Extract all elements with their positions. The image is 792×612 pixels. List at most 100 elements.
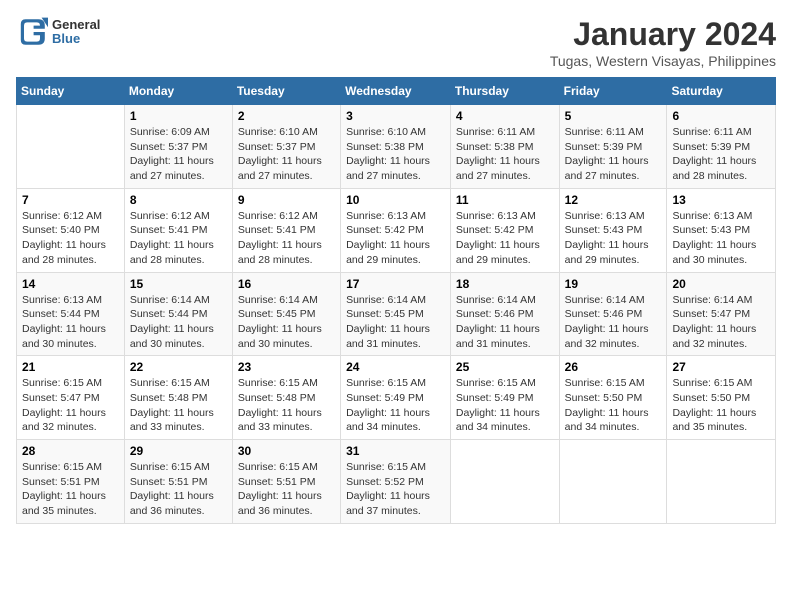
main-title: January 2024: [550, 16, 776, 53]
day-info: Sunrise: 6:12 AMSunset: 5:41 PMDaylight:…: [238, 209, 335, 268]
day-info: Sunrise: 6:09 AMSunset: 5:37 PMDaylight:…: [130, 125, 227, 184]
day-number: 7: [22, 193, 119, 207]
day-number: 2: [238, 109, 335, 123]
day-number: 23: [238, 360, 335, 374]
calendar-table: SundayMondayTuesdayWednesdayThursdayFrid…: [16, 77, 776, 524]
day-info: Sunrise: 6:14 AMSunset: 5:45 PMDaylight:…: [238, 293, 335, 352]
day-number: 19: [565, 277, 662, 291]
day-info: Sunrise: 6:13 AMSunset: 5:43 PMDaylight:…: [672, 209, 770, 268]
day-number: 16: [238, 277, 335, 291]
weekday-header: Tuesday: [232, 78, 340, 105]
subtitle: Tugas, Western Visayas, Philippines: [550, 53, 776, 69]
day-info: Sunrise: 6:13 AMSunset: 5:42 PMDaylight:…: [346, 209, 445, 268]
calendar-day-cell: 10 Sunrise: 6:13 AMSunset: 5:42 PMDayligh…: [341, 188, 451, 272]
day-number: 30: [238, 444, 335, 458]
day-number: 29: [130, 444, 227, 458]
day-info: Sunrise: 6:11 AMSunset: 5:39 PMDaylight:…: [672, 125, 770, 184]
day-info: Sunrise: 6:15 AMSunset: 5:51 PMDaylight:…: [130, 460, 227, 519]
logo-general: General: [52, 18, 100, 32]
weekday-header: Sunday: [17, 78, 125, 105]
weekday-header: Saturday: [667, 78, 776, 105]
day-info: Sunrise: 6:15 AMSunset: 5:52 PMDaylight:…: [346, 460, 445, 519]
weekday-header: Monday: [124, 78, 232, 105]
calendar-body: 1 Sunrise: 6:09 AMSunset: 5:37 PMDaylight…: [17, 105, 776, 524]
calendar-header: SundayMondayTuesdayWednesdayThursdayFrid…: [17, 78, 776, 105]
day-info: Sunrise: 6:15 AMSunset: 5:50 PMDaylight:…: [565, 376, 662, 435]
day-info: Sunrise: 6:13 AMSunset: 5:42 PMDaylight:…: [456, 209, 554, 268]
day-number: 5: [565, 109, 662, 123]
day-number: 20: [672, 277, 770, 291]
calendar-day-cell: 1 Sunrise: 6:09 AMSunset: 5:37 PMDaylight…: [124, 105, 232, 189]
calendar-day-cell: 2 Sunrise: 6:10 AMSunset: 5:37 PMDaylight…: [232, 105, 340, 189]
day-info: Sunrise: 6:13 AMSunset: 5:43 PMDaylight:…: [565, 209, 662, 268]
day-info: Sunrise: 6:15 AMSunset: 5:48 PMDaylight:…: [130, 376, 227, 435]
day-info: Sunrise: 6:14 AMSunset: 5:46 PMDaylight:…: [565, 293, 662, 352]
calendar-day-cell: 29 Sunrise: 6:15 AMSunset: 5:51 PMDayligh…: [124, 440, 232, 524]
day-number: 27: [672, 360, 770, 374]
logo: General Blue: [16, 16, 100, 48]
calendar-day-cell: 30 Sunrise: 6:15 AMSunset: 5:51 PMDayligh…: [232, 440, 340, 524]
day-info: Sunrise: 6:15 AMSunset: 5:47 PMDaylight:…: [22, 376, 119, 435]
day-number: 31: [346, 444, 445, 458]
day-info: Sunrise: 6:14 AMSunset: 5:47 PMDaylight:…: [672, 293, 770, 352]
day-info: Sunrise: 6:10 AMSunset: 5:37 PMDaylight:…: [238, 125, 335, 184]
calendar-day-cell: [667, 440, 776, 524]
calendar-day-cell: 24 Sunrise: 6:15 AMSunset: 5:49 PMDayligh…: [341, 356, 451, 440]
calendar-day-cell: 13 Sunrise: 6:13 AMSunset: 5:43 PMDayligh…: [667, 188, 776, 272]
calendar-day-cell: 25 Sunrise: 6:15 AMSunset: 5:49 PMDayligh…: [450, 356, 559, 440]
calendar-day-cell: 15 Sunrise: 6:14 AMSunset: 5:44 PMDayligh…: [124, 272, 232, 356]
day-info: Sunrise: 6:14 AMSunset: 5:46 PMDaylight:…: [456, 293, 554, 352]
day-info: Sunrise: 6:14 AMSunset: 5:44 PMDaylight:…: [130, 293, 227, 352]
calendar-day-cell: 26Sunrise: 6:15 AMSunset: 5:50 PMDayligh…: [559, 356, 667, 440]
calendar-day-cell: 22 Sunrise: 6:15 AMSunset: 5:48 PMDayligh…: [124, 356, 232, 440]
calendar-day-cell: 7 Sunrise: 6:12 AMSunset: 5:40 PMDaylight…: [17, 188, 125, 272]
day-number: 12: [565, 193, 662, 207]
calendar-day-cell: 27Sunrise: 6:15 AMSunset: 5:50 PMDayligh…: [667, 356, 776, 440]
day-number: 22: [130, 360, 227, 374]
day-number: 24: [346, 360, 445, 374]
page-header: General Blue January 2024 Tugas, Western…: [16, 16, 776, 69]
day-number: 14: [22, 277, 119, 291]
calendar-day-cell: 31 Sunrise: 6:15 AMSunset: 5:52 PMDayligh…: [341, 440, 451, 524]
day-number: 1: [130, 109, 227, 123]
calendar-week-row: 21 Sunrise: 6:15 AMSunset: 5:47 PMDayligh…: [17, 356, 776, 440]
day-number: 15: [130, 277, 227, 291]
calendar-day-cell: 8 Sunrise: 6:12 AMSunset: 5:41 PMDaylight…: [124, 188, 232, 272]
day-info: Sunrise: 6:10 AMSunset: 5:38 PMDaylight:…: [346, 125, 445, 184]
calendar-day-cell: 17 Sunrise: 6:14 AMSunset: 5:45 PMDayligh…: [341, 272, 451, 356]
weekday-row: SundayMondayTuesdayWednesdayThursdayFrid…: [17, 78, 776, 105]
day-info: Sunrise: 6:12 AMSunset: 5:40 PMDaylight:…: [22, 209, 119, 268]
day-number: 13: [672, 193, 770, 207]
day-info: Sunrise: 6:15 AMSunset: 5:49 PMDaylight:…: [346, 376, 445, 435]
calendar-day-cell: 19 Sunrise: 6:14 AMSunset: 5:46 PMDayligh…: [559, 272, 667, 356]
day-number: 21: [22, 360, 119, 374]
calendar-week-row: 28Sunrise: 6:15 AMSunset: 5:51 PMDayligh…: [17, 440, 776, 524]
calendar-day-cell: 23Sunrise: 6:15 AMSunset: 5:48 PMDayligh…: [232, 356, 340, 440]
day-number: 10: [346, 193, 445, 207]
day-info: Sunrise: 6:15 AMSunset: 5:49 PMDaylight:…: [456, 376, 554, 435]
calendar-day-cell: 9Sunrise: 6:12 AMSunset: 5:41 PMDaylight…: [232, 188, 340, 272]
calendar-day-cell: [559, 440, 667, 524]
calendar-week-row: 7 Sunrise: 6:12 AMSunset: 5:40 PMDaylight…: [17, 188, 776, 272]
day-number: 25: [456, 360, 554, 374]
day-number: 11: [456, 193, 554, 207]
day-info: Sunrise: 6:15 AMSunset: 5:51 PMDaylight:…: [238, 460, 335, 519]
day-info: Sunrise: 6:12 AMSunset: 5:41 PMDaylight:…: [130, 209, 227, 268]
logo-text: General Blue: [52, 18, 100, 47]
day-info: Sunrise: 6:11 AMSunset: 5:38 PMDaylight:…: [456, 125, 554, 184]
calendar-week-row: 1 Sunrise: 6:09 AMSunset: 5:37 PMDaylight…: [17, 105, 776, 189]
weekday-header: Friday: [559, 78, 667, 105]
day-number: 18: [456, 277, 554, 291]
calendar-week-row: 14Sunrise: 6:13 AMSunset: 5:44 PMDayligh…: [17, 272, 776, 356]
calendar-day-cell: 14Sunrise: 6:13 AMSunset: 5:44 PMDayligh…: [17, 272, 125, 356]
calendar-day-cell: 20 Sunrise: 6:14 AMSunset: 5:47 PMDayligh…: [667, 272, 776, 356]
calendar-day-cell: 21 Sunrise: 6:15 AMSunset: 5:47 PMDayligh…: [17, 356, 125, 440]
day-info: Sunrise: 6:15 AMSunset: 5:51 PMDaylight:…: [22, 460, 119, 519]
calendar-day-cell: 5Sunrise: 6:11 AMSunset: 5:39 PMDaylight…: [559, 105, 667, 189]
title-block: January 2024 Tugas, Western Visayas, Phi…: [550, 16, 776, 69]
day-info: Sunrise: 6:14 AMSunset: 5:45 PMDaylight:…: [346, 293, 445, 352]
day-number: 8: [130, 193, 227, 207]
day-number: 17: [346, 277, 445, 291]
calendar-day-cell: 4Sunrise: 6:11 AMSunset: 5:38 PMDaylight…: [450, 105, 559, 189]
calendar-day-cell: [450, 440, 559, 524]
